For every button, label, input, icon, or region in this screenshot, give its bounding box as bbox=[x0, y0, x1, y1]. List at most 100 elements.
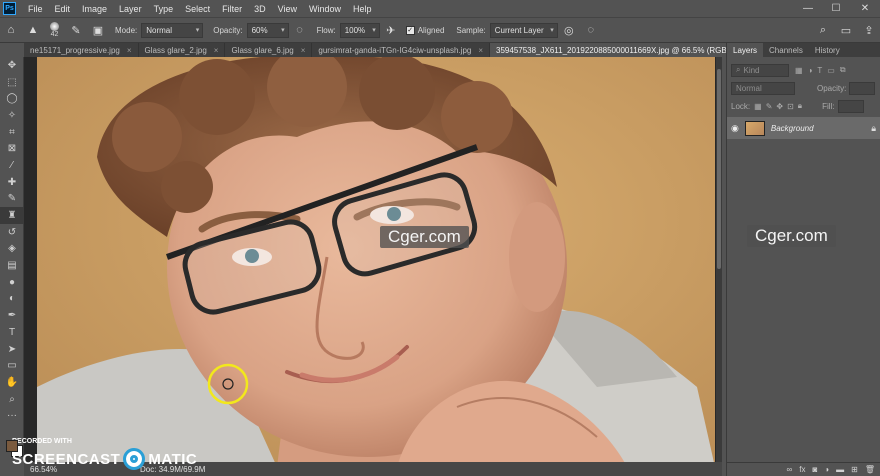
tab-close-icon[interactable]: × bbox=[127, 46, 132, 55]
quick-select-tool-icon[interactable]: ✧ bbox=[0, 107, 24, 124]
brush-preset-picker[interactable]: 42 bbox=[50, 22, 59, 38]
type-tool-icon[interactable]: T bbox=[0, 324, 24, 341]
move-tool-icon[interactable]: ✥ bbox=[0, 57, 24, 74]
tab-document-1[interactable]: ne15171_progressive.jpg × bbox=[24, 43, 139, 57]
hand-tool-icon[interactable]: ✋ bbox=[0, 374, 24, 391]
dodge-tool-icon[interactable]: ◐ bbox=[0, 291, 24, 308]
document-image[interactable] bbox=[37, 57, 715, 462]
fx-icon[interactable]: fx bbox=[799, 465, 805, 474]
tab-history[interactable]: History bbox=[809, 43, 846, 57]
canvas-area[interactable]: Cger.com bbox=[24, 57, 722, 462]
lock-transparency-icon[interactable]: ▦ bbox=[754, 102, 762, 111]
tab-close-icon[interactable]: × bbox=[478, 46, 483, 55]
layer-name[interactable]: Background bbox=[771, 124, 871, 133]
gradient-tool-icon[interactable]: ▤ bbox=[0, 257, 24, 274]
lock-all-icon[interactable]: 🔒︎ bbox=[798, 101, 802, 111]
kind-label: Kind bbox=[743, 65, 760, 75]
menu-help[interactable]: Help bbox=[347, 4, 378, 14]
scrollbar-thumb[interactable] bbox=[717, 69, 721, 269]
search-icon[interactable]: ⌕ bbox=[815, 22, 831, 38]
link-layers-icon[interactable]: ∞ bbox=[787, 465, 793, 474]
menu-image[interactable]: Image bbox=[76, 4, 113, 14]
lock-pixels-icon[interactable]: ✎ bbox=[766, 102, 773, 111]
workspace-icon[interactable]: ▭ bbox=[838, 22, 854, 38]
tab-document-2[interactable]: Glass glare_2.jpg × bbox=[138, 43, 226, 57]
menu-layer[interactable]: Layer bbox=[113, 4, 148, 14]
share-icon[interactable]: ⇪ bbox=[861, 22, 877, 38]
tab-document-4[interactable]: gursimrat-ganda-iTGn-IG4ciw-unsplash.jpg… bbox=[312, 43, 491, 57]
filter-smart-object-icon[interactable]: ⧉ bbox=[840, 65, 846, 75]
layer-thumbnail bbox=[744, 120, 765, 136]
shape-tool-icon[interactable]: ▭ bbox=[0, 357, 24, 374]
tab-document-3[interactable]: Glass glare_6.jpg × bbox=[225, 43, 313, 57]
pressure-opacity-icon[interactable]: ◌ bbox=[292, 22, 308, 38]
lock-artboard-icon[interactable]: ⊡ bbox=[787, 102, 794, 111]
clone-source-panel-icon[interactable]: ▣ bbox=[90, 22, 106, 38]
eyedropper-tool-icon[interactable]: ⁄ bbox=[0, 157, 24, 174]
history-brush-tool-icon[interactable]: ↺ bbox=[0, 224, 24, 241]
filter-shape-icon[interactable]: ▭ bbox=[827, 66, 835, 75]
layer-fill-input[interactable] bbox=[837, 99, 864, 113]
healing-brush-tool-icon[interactable]: ✚ bbox=[0, 174, 24, 191]
menu-3d[interactable]: 3D bbox=[248, 4, 272, 14]
brush-tool-icon[interactable]: ✎ bbox=[0, 191, 24, 208]
menu-window[interactable]: Window bbox=[303, 4, 347, 14]
clone-stamp-preset-icon[interactable]: ▲ bbox=[25, 22, 41, 38]
pen-tool-icon[interactable]: ✒ bbox=[0, 307, 24, 324]
eraser-tool-icon[interactable]: ◈ bbox=[0, 241, 24, 258]
eye-icon[interactable]: ◉ bbox=[731, 123, 739, 134]
fill-label: Fill: bbox=[822, 101, 835, 111]
close-button[interactable]: ✕ bbox=[851, 0, 879, 17]
flow-input[interactable]: 100% bbox=[339, 22, 380, 38]
vertical-scrollbar[interactable] bbox=[716, 57, 722, 462]
tab-layers[interactable]: Layers bbox=[727, 43, 764, 57]
menu-type[interactable]: Type bbox=[148, 4, 180, 14]
menu-file[interactable]: File bbox=[22, 4, 49, 14]
tools-panel: ✥ ⬚ ◯ ✧ ⌗ ⊠ ⁄ ✚ ✎ ♜ ↺ ◈ ▤ ● ◐ ✒ T ➤ ▭ ✋ … bbox=[0, 57, 24, 462]
layer-opacity-input[interactable] bbox=[849, 81, 876, 95]
menu-select[interactable]: Select bbox=[179, 4, 216, 14]
opacity-input[interactable]: 60% bbox=[246, 22, 289, 38]
tab-close-icon[interactable]: × bbox=[301, 46, 306, 55]
minimize-button[interactable]: — bbox=[794, 0, 822, 17]
crop-tool-icon[interactable]: ⌗ bbox=[0, 124, 24, 141]
layer-row-background[interactable]: ◉ Background 🔒︎ bbox=[727, 117, 880, 139]
blend-mode-select[interactable]: Normal bbox=[731, 81, 795, 95]
adjustment-layer-icon[interactable]: ◑ bbox=[824, 465, 829, 474]
tab-close-icon[interactable]: × bbox=[214, 46, 219, 55]
maximize-button[interactable]: ☐ bbox=[822, 0, 850, 17]
menu-edit[interactable]: Edit bbox=[49, 4, 77, 14]
add-mask-icon[interactable]: ◙ bbox=[812, 465, 817, 474]
filter-adjustment-icon[interactable]: ◑ bbox=[808, 66, 813, 75]
frame-tool-icon[interactable]: ⊠ bbox=[0, 140, 24, 157]
home-icon[interactable]: ⌂ bbox=[3, 22, 19, 38]
marquee-tool-icon[interactable]: ⬚ bbox=[0, 74, 24, 91]
new-group-icon[interactable]: ▬ bbox=[836, 465, 844, 474]
menu-view[interactable]: View bbox=[272, 4, 303, 14]
lasso-tool-icon[interactable]: ◯ bbox=[0, 90, 24, 107]
path-select-tool-icon[interactable]: ➤ bbox=[0, 341, 24, 358]
clone-stamp-tool-icon[interactable]: ♜ bbox=[0, 207, 24, 224]
lock-label: Lock: bbox=[731, 101, 751, 111]
new-layer-icon[interactable]: ⊞ bbox=[851, 465, 858, 474]
ignore-adjustment-layers-icon[interactable]: ◎ bbox=[561, 22, 577, 38]
filter-pixel-icon[interactable]: ▦ bbox=[795, 66, 803, 75]
mode-select[interactable]: Normal bbox=[141, 22, 204, 38]
sample-select[interactable]: Current Layer bbox=[489, 22, 558, 38]
filter-type-icon[interactable]: T bbox=[817, 66, 822, 75]
zoom-tool-icon[interactable]: ⌕ bbox=[0, 391, 24, 408]
toggle-brush-settings-icon[interactable]: ✎ bbox=[68, 22, 84, 38]
delete-layer-icon[interactable]: 🗑︎ bbox=[865, 465, 875, 474]
menu-filter[interactable]: Filter bbox=[216, 4, 248, 14]
airbrush-icon[interactable]: ✈ bbox=[383, 22, 399, 38]
tab-channels[interactable]: Channels bbox=[763, 43, 809, 57]
document-tab-bar: ne15171_progressive.jpg × Glass glare_2.j… bbox=[24, 43, 765, 57]
tab-document-active[interactable]: 359457538_JX611_2019220885000011669X.jpg… bbox=[490, 43, 765, 57]
layer-filter-kind[interactable]: ⌕ Kind bbox=[731, 63, 789, 77]
foreground-color-swatch[interactable] bbox=[6, 440, 18, 452]
aligned-checkbox[interactable]: ✓ bbox=[405, 25, 415, 35]
blur-tool-icon[interactable]: ● bbox=[0, 274, 24, 291]
pressure-size-icon[interactable]: ◌ bbox=[583, 22, 599, 38]
more-tools-icon[interactable]: ··· bbox=[0, 407, 24, 424]
lock-position-icon[interactable]: ✥ bbox=[776, 102, 783, 111]
